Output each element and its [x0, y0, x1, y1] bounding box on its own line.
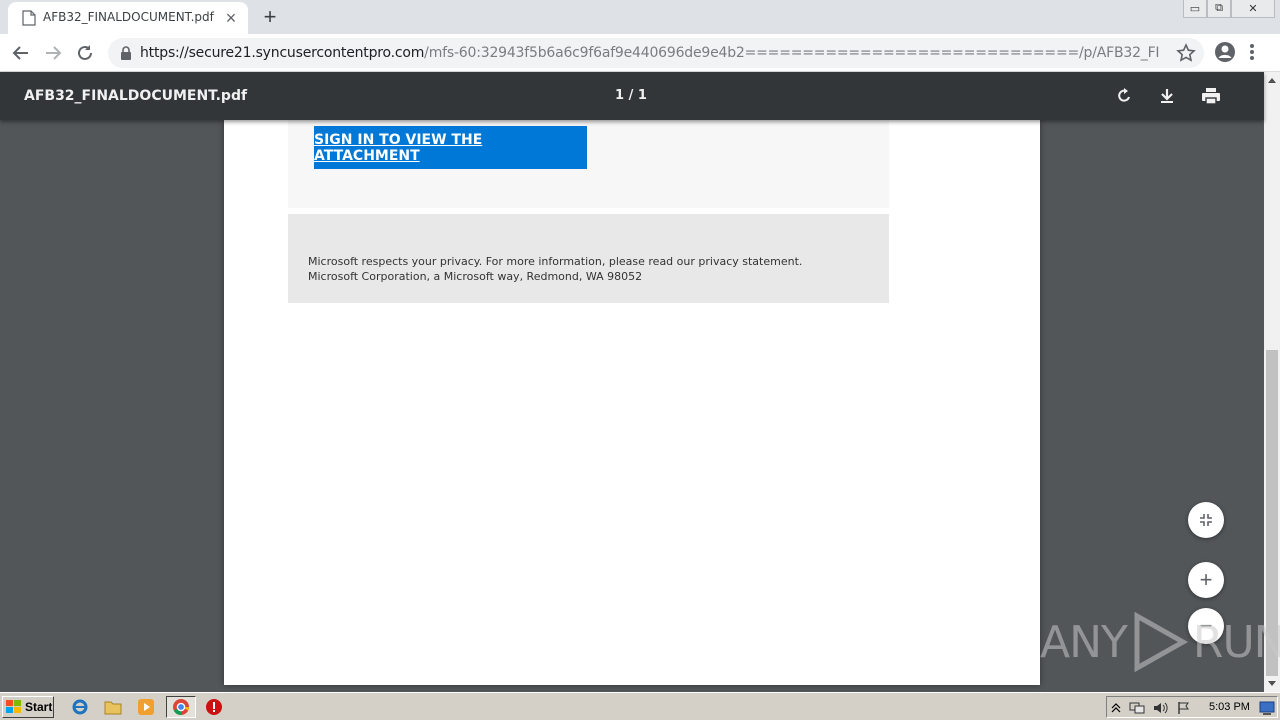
more-menu-icon[interactable] — [1248, 41, 1256, 63]
restore-button[interactable]: ⧉ — [1207, 0, 1231, 18]
security-app-launch[interactable] — [204, 697, 224, 717]
tab-title: AFB32_FINALDOCUMENT.pdf — [43, 10, 214, 24]
profile-icon[interactable] — [1214, 41, 1236, 63]
download-icon — [1161, 89, 1173, 103]
url-text: https://secure21.syncusercontentpro.com/… — [140, 45, 1160, 61]
back-button[interactable] — [9, 41, 33, 65]
vertical-scrollbar[interactable] — [1264, 72, 1280, 692]
chrome-task-button[interactable] — [166, 696, 196, 718]
scroll-down-arrow[interactable] — [1264, 676, 1280, 692]
start-label: Start — [25, 700, 53, 714]
ie-launch[interactable] — [70, 697, 90, 717]
flag-icon[interactable] — [1177, 701, 1191, 715]
taskbar: Start 5:03 PM — [0, 692, 1280, 720]
lock-icon — [121, 46, 131, 60]
pdf-toolbar: AFB32_FINALDOCUMENT.pdf 1 / 1 — [0, 72, 1264, 120]
browser-toolbar: https://secure21.syncusercontentpro.com/… — [0, 34, 1280, 72]
folder-icon — [104, 701, 122, 715]
internet-explorer-icon — [72, 699, 88, 715]
show-desktop-icon[interactable] — [1259, 701, 1275, 715]
chevron-down-icon — [1268, 681, 1276, 686]
watermark-text-left: ANY — [1040, 616, 1128, 668]
sign-in-button[interactable]: SIGN IN TO VIEW THE ATTACHMENT — [314, 126, 587, 169]
watermark-text-right: RUN — [1192, 616, 1280, 668]
anyrun-watermark: ANY RUN — [1040, 610, 1280, 674]
volume-icon[interactable] — [1153, 701, 1169, 715]
zoom-in-button[interactable]: + — [1188, 562, 1224, 598]
explorer-launch[interactable] — [103, 697, 123, 717]
star-icon[interactable] — [1176, 43, 1196, 63]
network-icon[interactable] — [1129, 701, 1145, 715]
reload-button[interactable] — [73, 41, 97, 65]
clock: 5:03 PM — [1209, 701, 1250, 713]
arrow-right-icon — [46, 46, 62, 60]
url-host: https://secure21.syncusercontentpro.com — [140, 45, 425, 61]
url-path: /mfs-60:32943f5b6a6c9f6af9e440696de9e4b2… — [424, 45, 1160, 61]
forward-button[interactable] — [41, 41, 65, 65]
print-icon — [1202, 88, 1220, 105]
pdf-page: SIGN IN TO VIEW THE ATTACHMENT Microsoft… — [224, 120, 1040, 685]
new-tab-button[interactable]: + — [258, 4, 282, 29]
browser-tab[interactable]: AFB32_FINALDOCUMENT.pdf × — [8, 2, 248, 34]
start-button[interactable]: Start — [2, 696, 54, 718]
tray-expand-icon[interactable] — [1111, 702, 1121, 714]
minimize-button[interactable]: ▭ — [1183, 0, 1207, 18]
reload-icon — [78, 45, 92, 60]
media-player-icon — [138, 699, 154, 715]
page-indicator: 1 / 1 — [615, 88, 647, 103]
chrome-icon — [173, 699, 190, 715]
address-bar[interactable]: https://secure21.syncusercontentpro.com/… — [108, 38, 1204, 68]
alert-shield-icon — [206, 699, 222, 715]
close-window-button[interactable]: ✕ — [1231, 0, 1275, 18]
arrow-left-icon — [12, 46, 28, 60]
rotate-icon — [1118, 88, 1130, 102]
file-icon — [22, 10, 36, 26]
rotate-button[interactable] — [1112, 84, 1136, 108]
privacy-footer-text: Microsoft respects your privacy. For mor… — [308, 255, 803, 283]
windows-logo-icon — [6, 700, 21, 713]
download-button[interactable] — [1155, 84, 1179, 108]
chevron-up-icon — [1268, 78, 1276, 83]
media-player-launch[interactable] — [136, 697, 156, 717]
tab-strip: AFB32_FINALDOCUMENT.pdf × + ▭ ⧉ ✕ — [0, 0, 1280, 34]
fit-to-page-button[interactable] — [1188, 502, 1224, 538]
email-footer-panel: Microsoft respects your privacy. For mor… — [288, 214, 889, 303]
tab-close-icon[interactable]: × — [222, 9, 240, 27]
print-button[interactable] — [1199, 84, 1223, 108]
fit-page-icon — [1200, 514, 1212, 526]
play-logo-icon — [1134, 612, 1188, 672]
email-body-panel: SIGN IN TO VIEW THE ATTACHMENT — [288, 120, 889, 208]
system-tray: 5:03 PM — [1106, 696, 1278, 718]
pdf-title: AFB32_FINALDOCUMENT.pdf — [24, 88, 248, 104]
scroll-up-arrow[interactable] — [1264, 72, 1280, 88]
window-controls: ▭ ⧉ ✕ — [1183, 0, 1275, 18]
